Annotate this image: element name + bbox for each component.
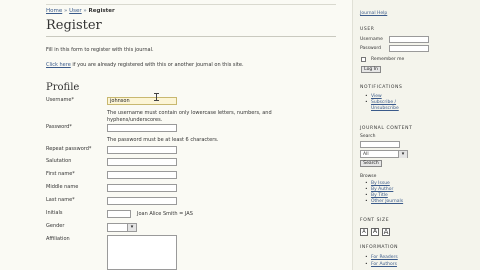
bullet-icon: • xyxy=(365,94,368,99)
breadcrumb-user[interactable]: User xyxy=(69,8,82,14)
salutation-label: Salutation xyxy=(46,158,72,164)
initials-label: Initials xyxy=(46,210,63,216)
browse-label: Browse xyxy=(360,174,377,179)
breadcrumb-home[interactable]: Home xyxy=(46,8,62,14)
affiliation-textarea[interactable] xyxy=(107,235,177,270)
browse-by-issue-link[interactable]: By Issue xyxy=(371,181,390,186)
sidebar-password-input[interactable] xyxy=(389,45,429,52)
last-name-input[interactable] xyxy=(107,197,177,205)
top-divider xyxy=(46,4,336,5)
profile-section-title: Profile xyxy=(46,82,80,93)
gender-select[interactable]: ▾ xyxy=(107,223,137,232)
journal-help-link[interactable]: Journal Help xyxy=(360,11,387,16)
first-name-label: First name* xyxy=(46,171,75,177)
search-button[interactable]: Search xyxy=(360,160,382,167)
bullet-icon: • xyxy=(365,181,368,186)
sidebar-username-input[interactable] xyxy=(389,36,429,43)
click-here-link[interactable]: Click here xyxy=(46,62,71,68)
breadcrumb-current: Register xyxy=(88,8,115,14)
middle-name-label: Middle name xyxy=(46,184,79,190)
title-divider xyxy=(46,36,336,37)
intro-text: Fill in this form to register with this … xyxy=(46,47,154,53)
sidebar-password-label: Password xyxy=(360,46,382,51)
notifications-heading: NOTIFICATIONS xyxy=(360,85,403,90)
remember-me-label: Remember me xyxy=(371,57,405,62)
bullet-icon: • xyxy=(365,187,368,192)
password-help: The password must be at least 6 characte… xyxy=(107,137,219,143)
bullet-icon: • xyxy=(365,199,368,204)
intro-login-line: Click here if you are already registered… xyxy=(46,62,244,68)
repeat-password-label: Repeat password* xyxy=(46,146,92,152)
font-size-small-icon[interactable]: A xyxy=(360,228,368,236)
initials-input[interactable] xyxy=(107,210,131,218)
chevron-down-icon: ▾ xyxy=(398,151,407,158)
salutation-input[interactable] xyxy=(107,158,177,166)
browse-other-journals-link[interactable]: Other Journals xyxy=(371,199,403,204)
middle-name-input[interactable] xyxy=(107,184,177,192)
username-help-line1: The username must contain only lowercase… xyxy=(107,110,272,116)
font-size-heading: FONT SIZE xyxy=(360,218,390,223)
login-button[interactable]: Log In xyxy=(361,66,381,73)
username-help: The username must contain only lowercase… xyxy=(107,110,272,123)
gender-label: Gender xyxy=(46,223,65,229)
password-input[interactable] xyxy=(107,124,177,132)
search-label: Search xyxy=(360,134,376,139)
intro-login-text: if you are already registered with this … xyxy=(70,62,244,68)
text-cursor-icon xyxy=(154,93,159,101)
browse-by-title-link[interactable]: By Title xyxy=(371,193,388,198)
notifications-view-link[interactable]: View xyxy=(371,94,382,99)
password-label: Password* xyxy=(46,124,72,130)
bullet-icon: • xyxy=(365,193,368,198)
breadcrumb: Home » User » Register xyxy=(46,8,115,14)
initials-example: Joan Alice Smith = JAS xyxy=(137,211,193,217)
user-heading: USER xyxy=(360,27,375,32)
username-input[interactable]: johnson xyxy=(107,97,177,105)
search-scope-value: All xyxy=(363,152,369,157)
search-input[interactable] xyxy=(360,141,400,148)
last-name-label: Last name* xyxy=(46,197,75,203)
browse-by-author-link[interactable]: By Author xyxy=(371,187,393,192)
breadcrumb-separator: » xyxy=(81,8,89,14)
journal-content-heading: JOURNAL CONTENT xyxy=(360,126,413,131)
bullet-icon: • xyxy=(365,262,368,267)
username-help-line2: hyphens/underscores. xyxy=(107,116,163,123)
info-authors-link[interactable]: For Authors xyxy=(371,262,397,267)
notifications-subscribe-link[interactable]: Subscribe / Unsubscribe xyxy=(371,100,411,111)
page-title: Register xyxy=(46,18,102,33)
username-label: Username* xyxy=(46,97,74,103)
repeat-password-input[interactable] xyxy=(107,146,177,154)
main-content: Home » User » Register Register Fill in … xyxy=(0,0,352,270)
information-heading: INFORMATION xyxy=(360,245,399,250)
remember-me-checkbox[interactable] xyxy=(361,57,366,62)
bullet-icon: • xyxy=(365,100,368,105)
font-size-medium-icon[interactable]: A xyxy=(371,228,379,236)
chevron-down-icon: ▾ xyxy=(127,224,136,231)
info-readers-link[interactable]: For Readers xyxy=(371,255,398,260)
first-name-input[interactable] xyxy=(107,171,177,179)
bullet-icon: • xyxy=(365,255,368,260)
font-size-large-icon[interactable]: A xyxy=(382,228,390,236)
affiliation-label: Affiliation xyxy=(46,236,70,242)
search-scope-select[interactable]: All ▾ xyxy=(360,150,408,158)
sidebar-username-label: Username xyxy=(360,37,383,42)
